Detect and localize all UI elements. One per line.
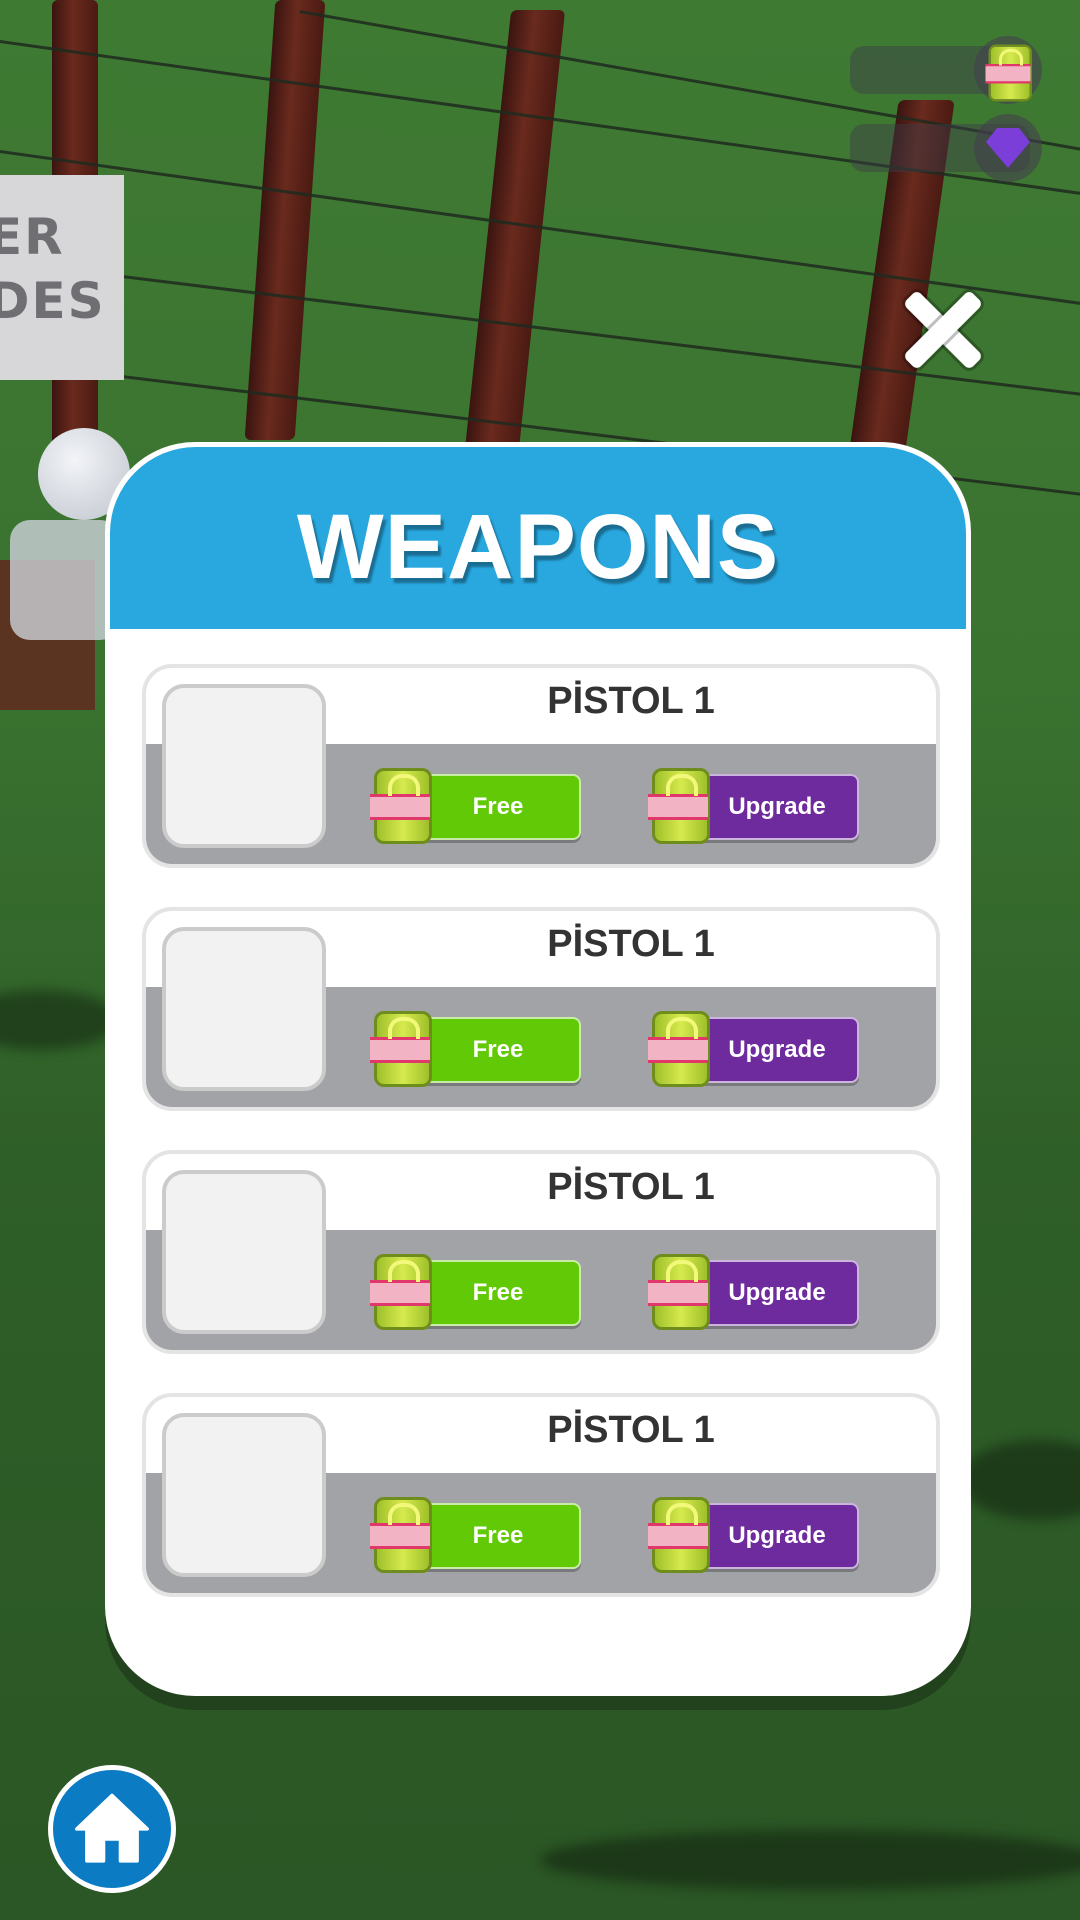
free-button-label: Free [472, 793, 524, 820]
gem-icon [974, 114, 1042, 182]
panel-header: WEAPONS [110, 447, 966, 629]
weapon-card: PİSTOL 1 Free Upgrade [142, 1393, 940, 1597]
weapon-thumbnail [162, 1170, 326, 1334]
sign-line-2: DES [0, 272, 106, 330]
cash-stack-icon [370, 764, 432, 844]
weapon-name: PİSTOL 1 [547, 923, 715, 965]
weapon-name: PİSTOL 1 [547, 1409, 715, 1451]
npc-body [10, 520, 120, 640]
weapon-card: PİSTOL 1 Free Upgrade [142, 907, 940, 1111]
free-button-label: Free [472, 1522, 524, 1549]
ground-shadow [540, 1830, 1080, 1890]
free-button-label: Free [472, 1036, 524, 1063]
weapon-name: PİSTOL 1 [547, 680, 715, 722]
fence-post [244, 0, 326, 440]
cash-stack-icon [648, 1007, 710, 1087]
ground-shadow [960, 1440, 1080, 1520]
weapons-panel: WEAPONS PİSTOL 1 Free Upgrade PİSTOL 1 F… [105, 442, 971, 1696]
upgrade-button-label: Upgrade [728, 1522, 826, 1549]
weapon-name: PİSTOL 1 [547, 1166, 715, 1208]
weapon-thumbnail [162, 1413, 326, 1577]
upgrade-button-label: Upgrade [728, 1279, 826, 1306]
weapon-thumbnail [162, 927, 326, 1091]
cash-stack-icon [370, 1493, 432, 1573]
cash-stack-icon [648, 1250, 710, 1330]
close-button[interactable] [898, 285, 988, 375]
weapon-thumbnail [162, 684, 326, 848]
upgrade-button-label: Upgrade [728, 1036, 826, 1063]
weapon-card: PİSTOL 1 Free Upgrade [142, 664, 940, 868]
background-sign: ER DES [0, 175, 124, 380]
panel-title: WEAPONS [296, 495, 780, 598]
upgrade-button-label: Upgrade [728, 793, 826, 820]
cash-stack-icon [648, 764, 710, 844]
home-button[interactable] [48, 1765, 176, 1893]
free-button-label: Free [472, 1279, 524, 1306]
cash-stack-icon [370, 1007, 432, 1087]
cash-stack-icon [370, 1250, 432, 1330]
weapon-card: PİSTOL 1 Free Upgrade [142, 1150, 940, 1354]
cash-stack-icon [974, 36, 1042, 104]
home-icon [75, 1793, 149, 1863]
sign-line-1: ER [0, 208, 65, 266]
cash-stack-icon [648, 1493, 710, 1573]
ground-shadow [0, 990, 120, 1050]
